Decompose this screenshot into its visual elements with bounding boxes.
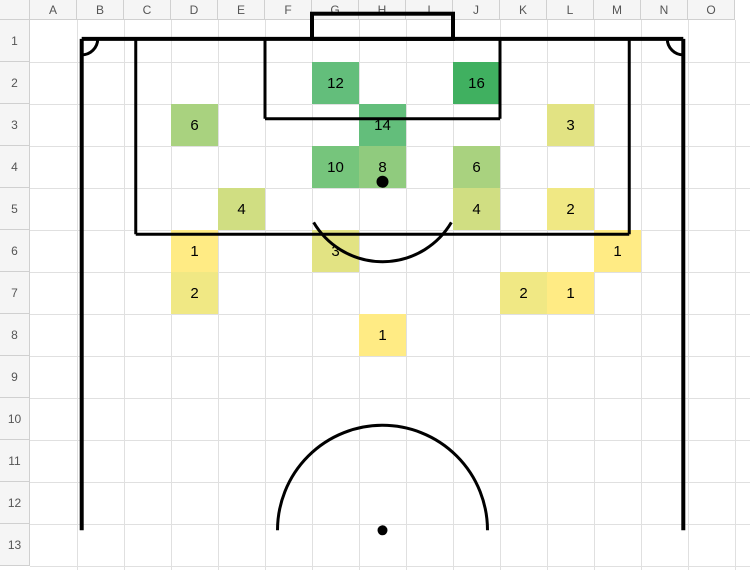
gridline-horizontal bbox=[30, 398, 750, 399]
row-header[interactable]: 8 bbox=[0, 314, 30, 356]
row-header[interactable]: 11 bbox=[0, 440, 30, 482]
row-header[interactable]: 2 bbox=[0, 62, 30, 104]
row-header[interactable]: 5 bbox=[0, 188, 30, 230]
heatmap-cell[interactable]: 10 bbox=[312, 146, 359, 188]
heatmap-cell[interactable]: 6 bbox=[453, 146, 500, 188]
gridline-horizontal bbox=[30, 230, 750, 231]
row-header[interactable]: 7 bbox=[0, 272, 30, 314]
gridline-horizontal bbox=[30, 482, 750, 483]
column-header[interactable]: K bbox=[500, 0, 547, 20]
gridline-vertical bbox=[594, 20, 595, 570]
column-header[interactable]: G bbox=[312, 0, 359, 20]
column-header[interactable]: H bbox=[359, 0, 406, 20]
gridline-vertical bbox=[641, 20, 642, 570]
heatmap-cell[interactable]: 2 bbox=[171, 272, 218, 314]
gridline-vertical bbox=[218, 20, 219, 570]
gridline-vertical bbox=[735, 20, 736, 570]
column-header[interactable]: N bbox=[641, 0, 688, 20]
column-header[interactable]: F bbox=[265, 0, 312, 20]
row-header[interactable]: 10 bbox=[0, 398, 30, 440]
row-header[interactable]: 6 bbox=[0, 230, 30, 272]
row-header[interactable]: 1 bbox=[0, 20, 30, 62]
column-header[interactable]: C bbox=[124, 0, 171, 20]
heatmap-cell[interactable]: 1 bbox=[594, 230, 641, 272]
heatmap-cell[interactable]: 8 bbox=[359, 146, 406, 188]
column-header[interactable]: J bbox=[453, 0, 500, 20]
heatmap-cell[interactable]: 1 bbox=[171, 230, 218, 272]
heatmap-cell[interactable]: 4 bbox=[218, 188, 265, 230]
gridline-horizontal bbox=[30, 440, 750, 441]
row-header[interactable]: 4 bbox=[0, 146, 30, 188]
column-header[interactable]: L bbox=[547, 0, 594, 20]
gridline-vertical bbox=[77, 20, 78, 570]
soccer-field-overlay bbox=[0, 0, 750, 570]
column-header[interactable]: A bbox=[30, 0, 77, 20]
gridline-horizontal bbox=[30, 356, 750, 357]
heatmap-cell[interactable]: 1 bbox=[359, 314, 406, 356]
row-header[interactable]: 9 bbox=[0, 356, 30, 398]
heatmap-cell[interactable]: 6 bbox=[171, 104, 218, 146]
column-header[interactable]: B bbox=[77, 0, 124, 20]
heatmap-cell[interactable]: 12 bbox=[312, 62, 359, 104]
row-header[interactable]: 12 bbox=[0, 482, 30, 524]
gridline-vertical bbox=[406, 20, 407, 570]
gridline-vertical bbox=[359, 20, 360, 570]
column-header[interactable]: M bbox=[594, 0, 641, 20]
gridline-horizontal bbox=[30, 524, 750, 525]
gridline-horizontal bbox=[30, 272, 750, 273]
column-header[interactable]: O bbox=[688, 0, 735, 20]
heatmap-cell[interactable]: 2 bbox=[547, 188, 594, 230]
gridline-horizontal bbox=[30, 188, 750, 189]
heatmap-cell[interactable]: 2 bbox=[500, 272, 547, 314]
heatmap-cell[interactable]: 16 bbox=[453, 62, 500, 104]
column-header[interactable]: D bbox=[171, 0, 218, 20]
row-header[interactable]: 3 bbox=[0, 104, 30, 146]
gridline-vertical bbox=[688, 20, 689, 570]
column-header[interactable]: E bbox=[218, 0, 265, 20]
gridline-vertical bbox=[124, 20, 125, 570]
gridline-vertical bbox=[265, 20, 266, 570]
heatmap-cell[interactable]: 4 bbox=[453, 188, 500, 230]
select-all-corner[interactable] bbox=[0, 0, 30, 20]
column-header[interactable]: I bbox=[406, 0, 453, 20]
gridline-horizontal bbox=[30, 62, 750, 63]
heatmap-cell[interactable]: 3 bbox=[312, 230, 359, 272]
heatmap-cell[interactable]: 14 bbox=[359, 104, 406, 146]
spreadsheet[interactable]: ABCDEFGHIJKLMNO1234567891011121312166314… bbox=[0, 0, 750, 570]
gridline-horizontal bbox=[30, 566, 750, 567]
heatmap-cell[interactable]: 1 bbox=[547, 272, 594, 314]
row-header[interactable]: 13 bbox=[0, 524, 30, 566]
heatmap-cell[interactable]: 3 bbox=[547, 104, 594, 146]
